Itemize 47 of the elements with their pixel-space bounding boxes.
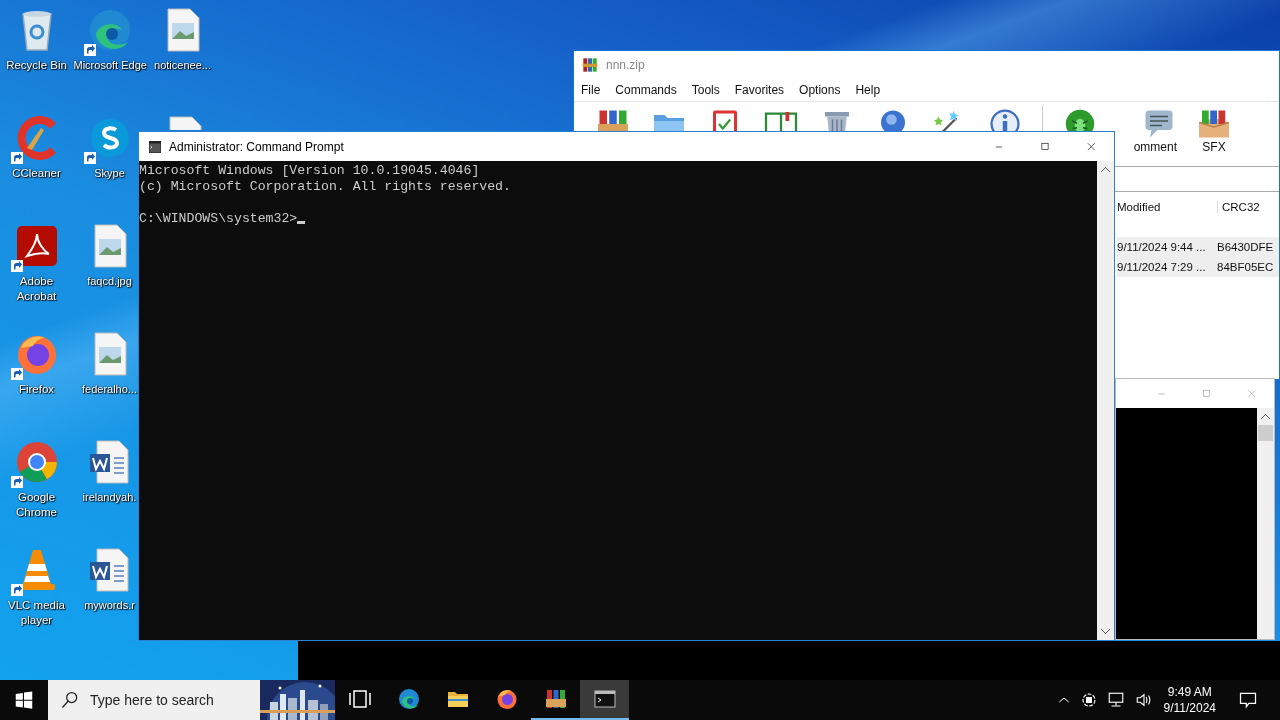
notification-icon[interactable]: [1238, 690, 1258, 710]
icon-label[interactable]: CCleaner: [12, 166, 61, 181]
menu-item[interactable]: Help: [855, 83, 888, 97]
scrollbar[interactable]: [1257, 408, 1274, 639]
toolbar-label[interactable]: omment: [1133, 140, 1177, 154]
menu-item[interactable]: File: [581, 83, 608, 97]
table-cell-text: B6430DFE: [1217, 241, 1275, 253]
taskbar-button[interactable]: [580, 680, 629, 720]
table-cell-text: 9/11/2024 9:44 ...: [1117, 241, 1207, 253]
window-title: Administrator: Command Prompt: [169, 139, 345, 154]
scrollbar[interactable]: [1097, 161, 1114, 640]
clock-time: 9:49 AM: [1167, 684, 1212, 700]
console-prompt: C:\WINDOWS\system32>: [139, 211, 298, 226]
console-text: (c) Microsoft Corporation. All rights reserved.: [139, 179, 511, 194]
windows-logo-icon: [15, 691, 33, 709]
clock[interactable]: 9:49 AM 9/11/2024: [1163, 684, 1216, 716]
console-icon: [147, 140, 163, 153]
books-icon: [543, 687, 568, 711]
column-header[interactable]: CRC32: [1217, 201, 1260, 213]
icon-label[interactable]: noticenee...: [154, 58, 211, 73]
menu-item[interactable]: Favorites: [734, 83, 792, 97]
file-row[interactable]: 9/11/2024 7:29 ... 84BF05EC: [1117, 257, 1279, 277]
search-box[interactable]: Type here to search: [48, 680, 335, 720]
device-icon[interactable]: [1079, 691, 1098, 709]
edge-icon: [396, 687, 421, 711]
scroll-thumb[interactable]: [1258, 425, 1273, 441]
menu-item[interactable]: Tools: [691, 83, 727, 97]
column-header[interactable]: Modified: [1117, 201, 1217, 213]
file-row[interactable]: 9/11/2024 9:44 ... B6430DFE: [1117, 237, 1279, 257]
console-text: Microsoft Windows [Version 10.0.19045.4046]: [139, 163, 480, 178]
menu-item[interactable]: Options: [799, 83, 848, 97]
archive-app-icon: [582, 57, 598, 73]
icon-label[interactable]: Recycle Bin: [6, 58, 67, 73]
table-cell-text: 9/11/2024 7:29 ...: [1117, 261, 1207, 273]
toolbar-label[interactable]: SFX: [1202, 140, 1226, 154]
task-view-icon: [347, 687, 372, 711]
window-title: nnn.zip: [606, 58, 645, 72]
clock-date: 9/11/2024: [1163, 700, 1216, 716]
console-icon: [592, 687, 617, 711]
search-input[interactable]: Type here to search: [88, 691, 252, 709]
menu-item[interactable]: Commands: [615, 83, 684, 97]
icon-label[interactable]: Skype: [94, 166, 125, 181]
text-cursor: [297, 221, 306, 224]
search-icon: [60, 690, 80, 710]
info-icon[interactable]: [987, 106, 1023, 132]
table-cell-text: 84BF05EC: [1217, 261, 1275, 273]
icon-label[interactable]: Microsoft Edge: [73, 58, 146, 73]
